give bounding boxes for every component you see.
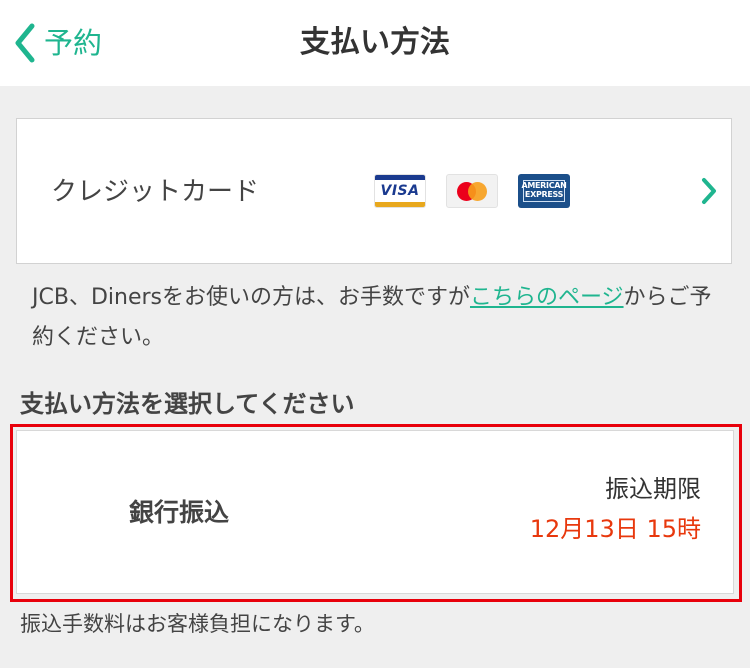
chevron-right-icon — [700, 177, 718, 209]
section-heading: 支払い方法を選択してください — [20, 390, 355, 418]
amex-logo-icon: AMERICAN EXPRESS — [518, 174, 570, 208]
back-button[interactable]: 予約 — [14, 20, 102, 66]
alternate-page-link[interactable]: こちらのページ — [470, 285, 624, 310]
bank-transfer-option[interactable]: 銀行振込 振込期限 12月13日 15時 — [16, 430, 734, 594]
navigation-bar: 予約 支払い方法 — [0, 0, 750, 86]
page-title: 支払い方法 — [300, 25, 450, 60]
credit-card-label: クレジットカード — [51, 177, 260, 207]
bank-transfer-label: 銀行振込 — [129, 498, 230, 527]
chevron-left-icon — [14, 23, 36, 63]
credit-card-option[interactable]: クレジットカード VISA AMERICAN EXPRESS — [16, 118, 732, 264]
visa-logo-icon: VISA — [374, 174, 426, 208]
deadline-value: 12月13日 15時 — [529, 515, 701, 543]
fee-note: 振込手数料はお客様負担になります。 — [20, 612, 375, 636]
back-label: 予約 — [44, 26, 103, 60]
card-brand-note: JCB、Dinersをお使いの方は、お手数ですがこちらのページからご予約ください… — [32, 278, 712, 358]
note-prefix: JCB、Dinersをお使いの方は、お手数ですが — [32, 285, 470, 310]
deadline-label: 振込期限 — [605, 475, 701, 503]
mastercard-logo-icon — [446, 174, 498, 208]
